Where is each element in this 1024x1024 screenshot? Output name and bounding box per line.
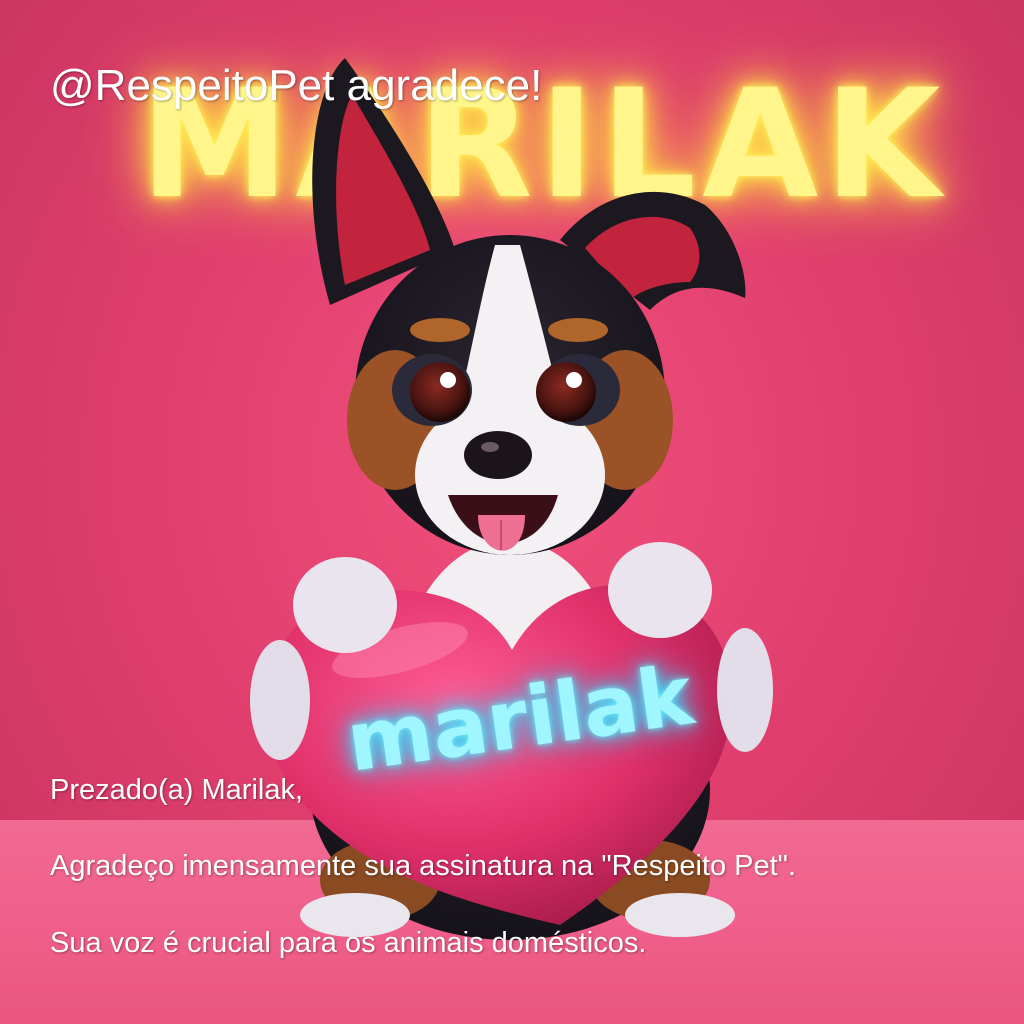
thanks-text: Agradeço imensamente sua assinatura na "… [50,850,797,882]
closing-text: Sua voz é crucial para os animais domést… [50,927,647,959]
greeting-text: Prezado(a) Marilak, [50,774,304,806]
headline: @RespeitoPet agradece! [50,61,543,110]
